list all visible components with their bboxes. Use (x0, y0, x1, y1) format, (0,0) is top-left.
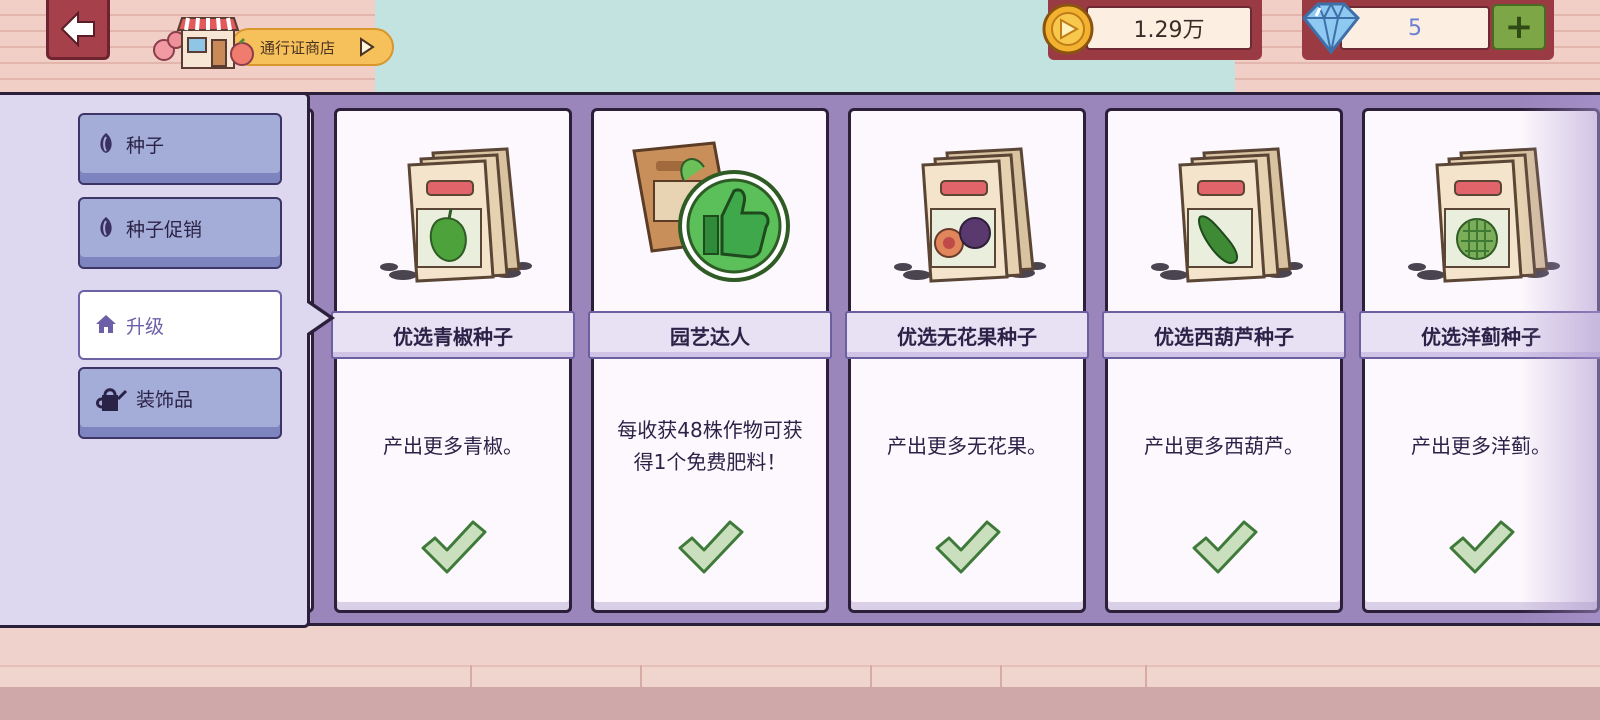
gem-amount: 5 (1408, 15, 1422, 41)
back-arrow-icon (60, 10, 95, 47)
checkmark-icon (421, 520, 487, 574)
tab-decorations[interactable]: 装饰品 (78, 367, 282, 439)
coin-amount: 1.29万 (1133, 18, 1205, 43)
add-gems-button[interactable]: + (1492, 4, 1546, 50)
house-icon (96, 315, 116, 333)
upgrade-description: 每收获48株作物可获得1个免费肥料！ (617, 418, 803, 474)
checkmark-icon (1449, 520, 1515, 574)
upgrade-name: 优选西葫芦种子 (1154, 324, 1294, 349)
pass-shop-label: 通行证商店 (260, 38, 336, 57)
upgrade-description: 产出更多西葫芦。 (1144, 434, 1304, 458)
tab-seed-sale-label: 种子促销 (126, 219, 203, 241)
seed-icon (100, 133, 112, 153)
tab-upgrades-label: 升级 (126, 316, 165, 338)
pepper-seed-pack-icon (380, 147, 532, 283)
street-background (0, 615, 1600, 720)
upgrade-name: 优选青椒种子 (393, 324, 513, 349)
tab-upgrades[interactable]: 升级 (78, 290, 282, 360)
tab-seeds-label: 种子 (126, 135, 165, 157)
coin-icon (1042, 3, 1094, 55)
upgrade-description: 产出更多洋蓟。 (1411, 434, 1551, 458)
artichoke-seed-pack-icon (1408, 147, 1560, 283)
plus-label: + (1504, 7, 1534, 47)
watering-can-icon (96, 388, 128, 411)
tab-seed-sale[interactable]: 种子促销 (78, 197, 282, 269)
zucchini-seed-pack-icon (1151, 147, 1303, 283)
upgrade-description: 产出更多青椒。 (383, 434, 523, 458)
upgrade-card[interactable]: 园艺达人 每收获48株作物可获得1个免费肥料！ (588, 108, 832, 613)
pass-shop-button[interactable]: 通行证商店 (150, 10, 404, 72)
checkmark-icon (1192, 520, 1258, 574)
checkmark-icon (678, 520, 744, 574)
upgrade-description: 产出更多无花果。 (887, 434, 1047, 458)
tab-seeds[interactable]: 种子 (78, 113, 282, 185)
storefront-icon (153, 17, 254, 69)
diamond-icon (1301, 1, 1361, 55)
tab-decorations-label: 装饰品 (136, 389, 194, 411)
upgrade-list: 优选青椒种子 产出更多青椒。 园艺达人 每收获48株作物可获得1个免费肥料！ 优… (300, 108, 1600, 613)
seed-icon (100, 217, 112, 237)
checkmark-icon (935, 520, 1001, 574)
fig-seed-pack-icon (894, 147, 1046, 283)
category-sidebar: 种子 种子促销 升级 装饰品 (0, 92, 310, 628)
chevron-right-icon (360, 37, 375, 57)
upgrade-name: 优选洋蓟种子 (1421, 324, 1541, 349)
back-button[interactable] (46, 0, 110, 60)
active-tab-pointer (303, 300, 329, 336)
thumbs-up-icon (632, 141, 790, 282)
upgrade-name: 优选无花果种子 (897, 324, 1037, 349)
upgrade-card[interactable]: 优选西葫芦种子 产出更多西葫芦。 (1102, 108, 1346, 613)
upgrade-name: 园艺达人 (670, 324, 750, 349)
upgrade-card[interactable]: 优选洋蓟种子 产出更多洋蓟。 (1359, 108, 1600, 613)
upgrade-card[interactable]: 优选青椒种子 产出更多青椒。 (331, 108, 575, 613)
upgrade-card[interactable]: 优选无花果种子 产出更多无花果。 (845, 108, 1089, 613)
